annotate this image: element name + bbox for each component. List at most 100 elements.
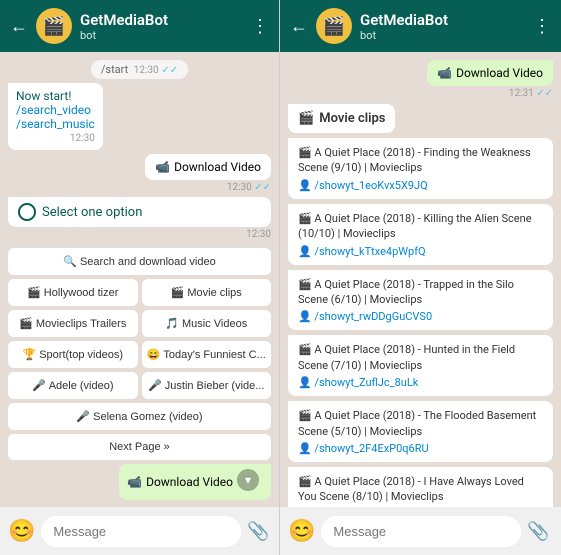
clip-5-link[interactable]: 👤 /showyt_2F4ExP0q6RU xyxy=(298,442,543,455)
adele-video-button[interactable]: 🎤 Adele (video) xyxy=(8,372,138,399)
search-download-label: Search and download video xyxy=(80,256,216,268)
select-option-bubble: Select one option xyxy=(8,197,271,227)
right-dv-time: 12:31 ✓✓ xyxy=(509,88,553,99)
attach-button-left[interactable]: 📎 xyxy=(247,521,269,542)
row2: 🎬 Movieclips Trailers 🎵 Music Videos xyxy=(8,310,271,337)
movie-clips-title: Movie clips xyxy=(319,111,385,126)
search-video-cmd[interactable]: /search_video xyxy=(16,103,95,117)
justin-bieber-button[interactable]: 🎤 Justin Bieber (vide... xyxy=(142,372,272,399)
mc-label: Movie clips xyxy=(187,287,241,299)
ht-icon: 🎬 xyxy=(27,286,41,299)
today-funniest-button[interactable]: 😄 Today's Funniest C... xyxy=(142,341,272,368)
tf-icon: 😄 xyxy=(147,348,161,361)
music-videos-button[interactable]: 🎵 Music Videos xyxy=(142,310,272,337)
attach-button-right[interactable]: 📎 xyxy=(527,521,549,542)
mct-icon: 🎬 xyxy=(19,317,33,330)
right-dv-icon: 📹 xyxy=(437,66,452,80)
tf-label: Today's Funniest C... xyxy=(163,349,265,361)
sport-top-videos-button[interactable]: 🏆 Sport(top videos) xyxy=(8,341,138,368)
movie-clips-icon: 🎬 xyxy=(298,111,314,126)
left-avatar: 🎬 xyxy=(36,8,72,44)
bot-welcome-msg: Now start! /search_video /search_music 1… xyxy=(8,83,103,150)
right-dv-label: Download Video xyxy=(456,66,543,80)
button-grid: 🔍 Search and download video 🎬 Hollywood … xyxy=(8,248,271,460)
mic-button-right[interactable]: 🎙 xyxy=(556,521,561,542)
select-option-label: Select one option xyxy=(42,205,142,220)
left-input-bar: 😊 📎 🎙 xyxy=(0,507,279,555)
left-more-button[interactable]: ⋮ xyxy=(251,16,269,37)
clip-5-title: 🎬 A Quiet Place (2018) - The Flooded Bas… xyxy=(298,408,543,439)
left-bot-name: GetMediaBot xyxy=(80,11,251,29)
right-more-button[interactable]: ⋮ xyxy=(533,16,551,37)
dv-label-left: Download Video xyxy=(174,160,261,174)
left-messages: /start 12:30 ✓✓ Now start! /search_video… xyxy=(0,52,279,507)
left-bot-sub: bot xyxy=(80,29,251,42)
right-header: ← 🎬 GetMediaBot bot ⋮ xyxy=(280,0,561,52)
clip-2-title: 🎬 A Quiet Place (2018) - Killing the Ali… xyxy=(298,211,543,242)
bottom-dv-icon: 📹 xyxy=(127,475,142,489)
movieclips-trailers-button[interactable]: 🎬 Movieclips Trailers xyxy=(8,310,138,337)
clip-3-title: 🎬 A Quiet Place (2018) - Trapped in the … xyxy=(298,277,543,308)
movie-clips-button[interactable]: 🎬 Movie clips xyxy=(142,279,272,306)
chevron-down-icon[interactable]: ▾ xyxy=(237,469,259,491)
clip-4-title: 🎬 A Quiet Place (2018) - Hunted in the F… xyxy=(298,342,543,373)
left-header-info: GetMediaBot bot xyxy=(80,11,251,42)
clip-2-link[interactable]: 👤 /showyt_kTtxe4pWpfQ xyxy=(298,245,543,258)
dv-time-left: 12:30 ✓✓ xyxy=(145,182,271,193)
clip-item-2[interactable]: 🎬 A Quiet Place (2018) - Killing the Ali… xyxy=(288,204,553,265)
search-icon: 🔍 xyxy=(63,255,77,268)
right-back-button[interactable]: ← xyxy=(290,16,308,37)
row3: 🏆 Sport(top videos) 😄 Today's Funniest C… xyxy=(8,341,271,368)
clip-item-5[interactable]: 🎬 A Quiet Place (2018) - The Flooded Bas… xyxy=(288,401,553,462)
left-chat-panel: ← 🎬 GetMediaBot bot ⋮ /start 12:30 ✓✓ No… xyxy=(0,0,280,555)
row4: 🎤 Adele (video) 🎤 Justin Bieber (vide... xyxy=(8,372,271,399)
emoji-button-left[interactable]: 😊 xyxy=(8,519,35,544)
clip-3-link[interactable]: 👤 /showyt_rwDDgGuCVS0 xyxy=(298,310,543,323)
mc-icon: 🎬 xyxy=(171,286,185,299)
left-back-button[interactable]: ← xyxy=(10,16,28,37)
row1: 🎬 Hollywood tizer 🎬 Movie clips xyxy=(8,279,271,306)
row5: 🎤 Selena Gomez (video) xyxy=(8,403,271,430)
mv-icon: 🎵 xyxy=(165,317,179,330)
next-page-button[interactable]: Next Page » xyxy=(8,434,271,460)
select-option-container: Select one option 12:30 xyxy=(8,197,271,240)
search-row: 🔍 Search and download video xyxy=(8,248,271,275)
hollywood-tizer-button[interactable]: 🎬 Hollywood tizer xyxy=(8,279,138,306)
right-chat-panel: ← 🎬 GetMediaBot bot ⋮ 📹 Download Video 1… xyxy=(280,0,561,555)
right-header-info: GetMediaBot bot xyxy=(360,11,533,42)
ht-label: Hollywood tizer xyxy=(44,287,119,299)
message-input-right[interactable] xyxy=(321,516,521,547)
clip-item-1[interactable]: 🎬 A Quiet Place (2018) - Finding the Wea… xyxy=(288,138,553,199)
bottom-dv-bubble: 📹 Download Video ▾ xyxy=(119,464,271,500)
dv-icon-left: 📹 xyxy=(155,160,170,174)
adele-icon: 🎤 xyxy=(32,379,46,392)
jb-icon: 🎤 xyxy=(148,379,162,392)
clip-item-6[interactable]: 🎬 A Quiet Place (2018) - I Have Always L… xyxy=(288,467,553,507)
clip-item-3[interactable]: 🎬 A Quiet Place (2018) - Trapped in the … xyxy=(288,270,553,331)
sg-icon: 🎤 xyxy=(76,410,90,423)
outgoing-download-video: 📹 Download Video xyxy=(145,154,271,180)
adele-label: Adele (video) xyxy=(49,380,114,392)
clip-item-4[interactable]: 🎬 A Quiet Place (2018) - Hunted in the F… xyxy=(288,335,553,396)
system-start-msg: /start 12:30 ✓✓ xyxy=(91,60,188,79)
stv-icon: 🏆 xyxy=(23,348,37,361)
search-music-cmd[interactable]: /search_music xyxy=(16,117,95,131)
right-bot-sub: bot xyxy=(360,29,533,42)
clip-4-link[interactable]: 👤 /showyt_ZuflJc_8uLk xyxy=(298,376,543,389)
right-input-bar: 😊 📎 🎙 xyxy=(280,507,561,555)
clip-6-title: 🎬 A Quiet Place (2018) - I Have Always L… xyxy=(298,474,543,505)
select-time: 12:30 xyxy=(8,229,271,240)
message-input-left[interactable] xyxy=(41,516,241,547)
sg-label: Selena Gomez (video) xyxy=(93,411,202,423)
bottom-dv-label: Download Video xyxy=(146,475,233,489)
search-download-video-button[interactable]: 🔍 Search and download video xyxy=(8,248,271,275)
left-header: ← 🎬 GetMediaBot bot ⋮ xyxy=(0,0,279,52)
emoji-button-right[interactable]: 😊 xyxy=(288,519,315,544)
clip-1-link[interactable]: 👤 /showyt_1eoKvx5X9JQ xyxy=(298,179,543,192)
welcome-msg-time: 12:30 xyxy=(16,133,95,144)
movie-clips-header: 🎬 Movie clips xyxy=(288,104,395,133)
selena-gomez-button[interactable]: 🎤 Selena Gomez (video) xyxy=(8,403,271,430)
clip-1-title: 🎬 A Quiet Place (2018) - Finding the Wea… xyxy=(298,145,543,176)
stv-label: Sport(top videos) xyxy=(39,349,123,361)
right-dv-outgoing: 📹 Download Video 12:31 ✓✓ xyxy=(427,60,553,99)
